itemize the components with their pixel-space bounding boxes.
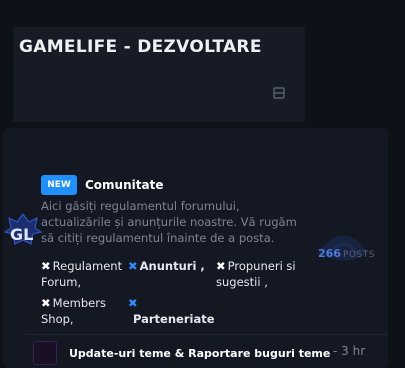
forum-title[interactable]: Comunitate	[85, 178, 163, 192]
post-count-value: 266	[318, 247, 341, 260]
subforum-propuneri[interactable]: ✖ Propuneri si sugestii ,	[216, 258, 316, 290]
page-title: GAMELIFE - DEZVOLTARE	[19, 37, 262, 57]
gamelife-logo-icon: GL	[3, 213, 43, 245]
close-icon: ✖	[128, 259, 138, 273]
close-icon: ✖	[41, 296, 51, 310]
post-count: 266 POSTS	[318, 247, 375, 260]
collapse-icon[interactable]	[273, 87, 285, 99]
avatar[interactable]	[33, 341, 57, 365]
close-icon: ✖	[128, 296, 138, 310]
latest-post-time: - 3 hr	[333, 344, 366, 358]
subforum-regulament[interactable]: ✖ Regulament Forum,	[41, 258, 131, 290]
subforum-anunturi[interactable]: ✖ Anunturi ,	[128, 258, 218, 274]
watermark-icon	[318, 235, 368, 261]
forum-description: Aici găsiți regulamentul forumului, actu…	[41, 199, 297, 245]
new-badge: NEW	[41, 175, 77, 195]
post-count-label: POSTS	[342, 250, 375, 260]
close-icon: ✖	[41, 259, 51, 273]
divider	[25, 334, 388, 335]
subforum-members-shop[interactable]: ✖ Members Shop,	[41, 295, 131, 327]
forum-card: NEW Comunitate Aici găsiți regulamentul …	[3, 128, 388, 368]
svg-text:GL: GL	[10, 225, 33, 244]
subforum-parteneriate[interactable]: ✖ Parteneriate	[128, 295, 238, 327]
latest-post-title[interactable]: Update-uri teme & Raportare buguri teme	[69, 347, 330, 360]
close-icon: ✖	[216, 259, 226, 273]
